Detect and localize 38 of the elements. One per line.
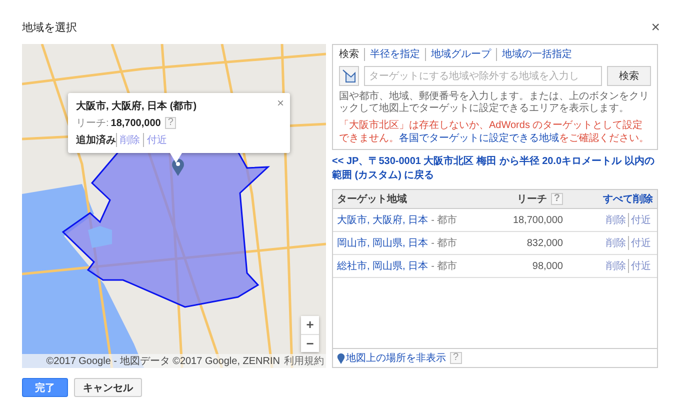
close-button[interactable]: × [276, 96, 284, 110]
search-button[interactable]: 検索 [607, 66, 651, 86]
map-attribution: ©2017 Google - 地図データ ©2017 Google, ZENRIN [46, 354, 280, 368]
close-button[interactable]: × [649, 20, 662, 34]
location-type: - 都市 [431, 236, 458, 250]
map-select-button[interactable] [339, 66, 359, 86]
zoom-in-button[interactable]: + [301, 316, 319, 334]
reach-value: 832,000 [526, 238, 563, 248]
remove-all-link[interactable]: すべて削除 [603, 192, 653, 206]
location-type: - 都市 [431, 214, 458, 227]
dialog-title: 地域を選択 [22, 20, 77, 34]
search-tab[interactable]: 半径を指定 [364, 48, 425, 61]
reach-label: リーチ: [76, 117, 109, 130]
column-header: リーチ [516, 193, 547, 206]
hide-locations-link[interactable]: 地図上の場所を非表示 [337, 351, 446, 365]
back-link[interactable]: << JP、〒530-0001 大阪市北区 梅田 から半径 20.0キロメートル 以内の範囲 (カスタム) に戻る [332, 155, 658, 183]
added-status: 追加済み [76, 133, 116, 147]
popup-title: 大阪市, 大阪府, 日本 (都市) [76, 99, 197, 113]
search-tab[interactable]: 地域グループ [425, 48, 496, 61]
reach-value: 98,000 [532, 260, 563, 272]
terms-link[interactable]: 利用規約 [284, 354, 324, 368]
search-tab[interactable]: 検索 [339, 48, 364, 61]
location-link[interactable]: 大阪市, 大阪府, 日本 [337, 213, 428, 227]
column-header: ターゲット地域 [337, 192, 408, 206]
reach-value: 18,700,000 [512, 214, 563, 226]
search-tab[interactable]: 地域の一括指定 [496, 48, 577, 61]
help-text: 国や都市、地域、郵便番号を入力します。または、上のボタンをクリックして地図上でターゲットに設定できるエリアを表示します。 [339, 91, 650, 115]
reach-value: 18,700,000 [110, 118, 161, 128]
cancel-button[interactable]: キャンセル [74, 378, 142, 397]
location-type: - 都市 [431, 260, 458, 273]
map-pin-icon [172, 158, 184, 176]
location-link[interactable]: 岡山市, 岡山県, 日本 [337, 236, 428, 250]
location-link[interactable]: 総社市, 岡山県, 日本 [337, 259, 428, 273]
map-pin-icon [337, 352, 345, 364]
zoom-out-button[interactable]: − [301, 334, 319, 352]
targetable-locations-link[interactable]: 各国でターゲットに設定できる地域 [399, 133, 559, 144]
search-field[interactable]: ターゲットにする地域や除外する地域を入力し [364, 66, 602, 86]
error-message: 「大阪市北区」は存在しないか、AdWords のターゲットとして設定できません。各国でターゲットに設定できる地域をご確認ください。 [339, 119, 650, 145]
